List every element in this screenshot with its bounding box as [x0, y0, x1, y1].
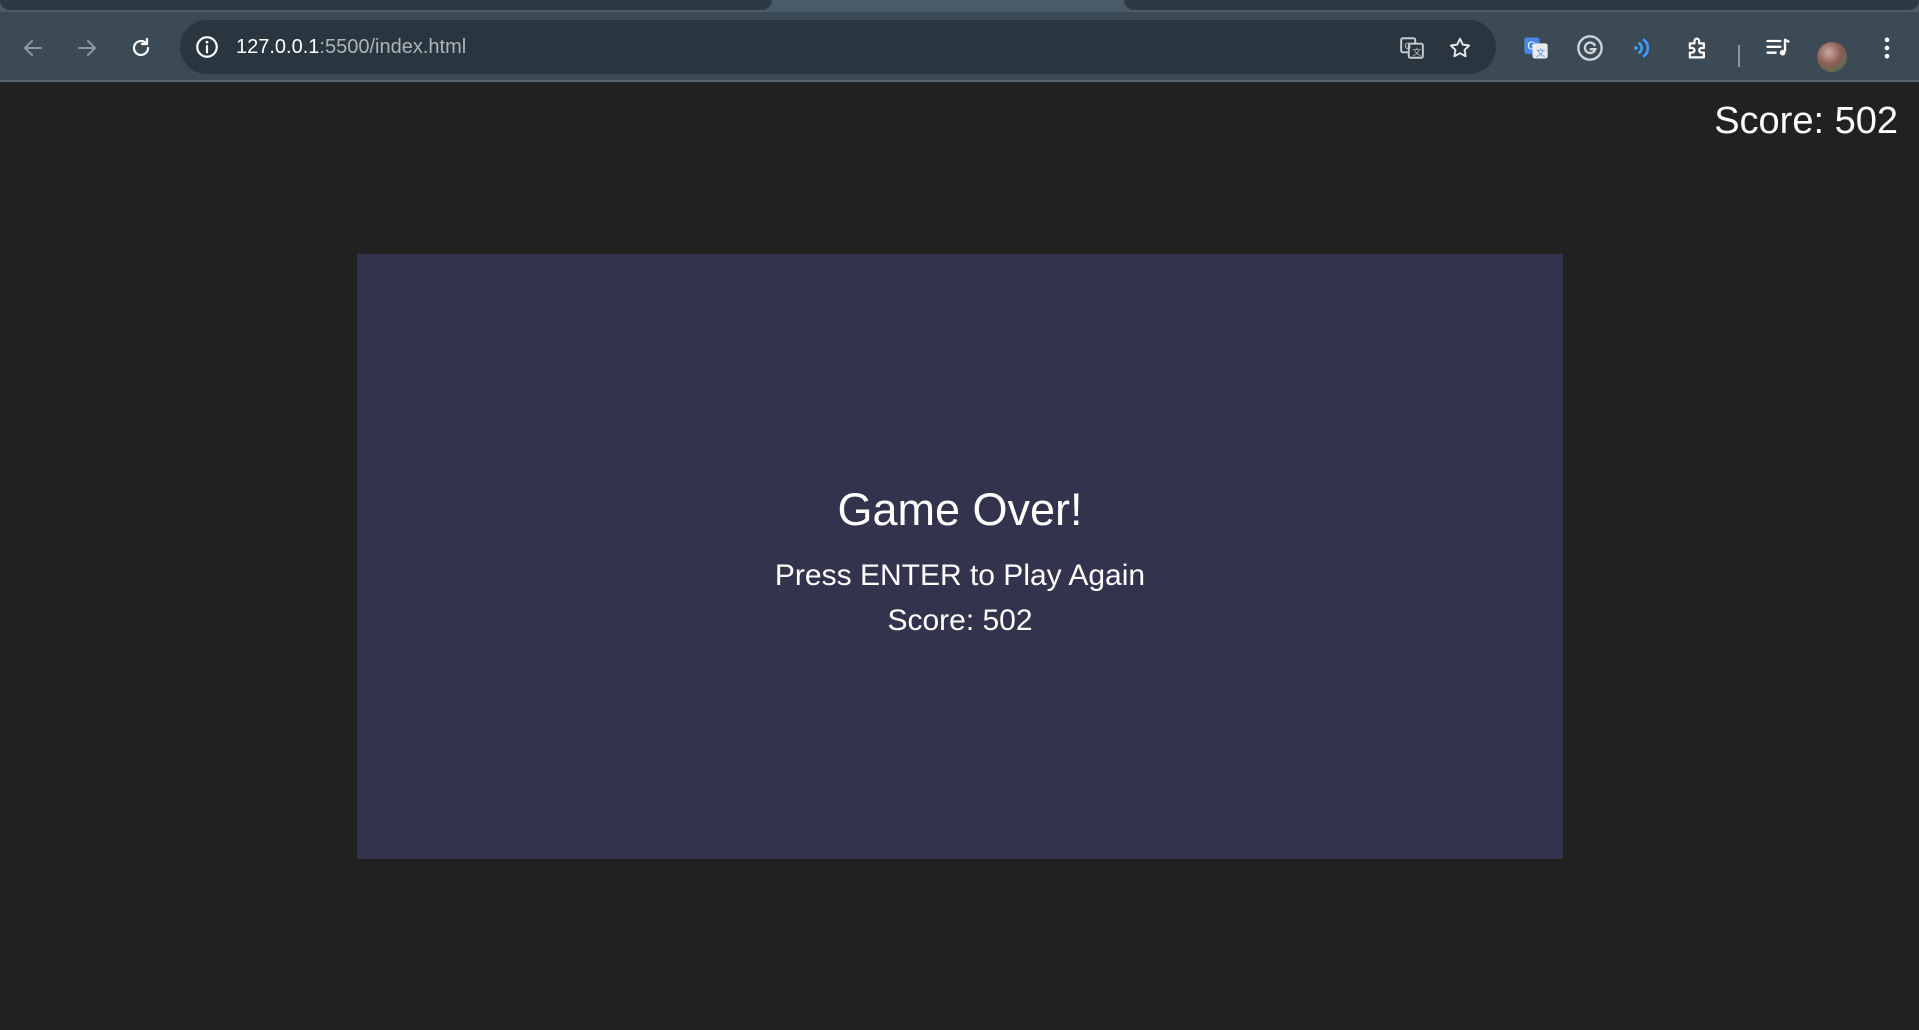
- extensions-button[interactable]: [1681, 31, 1715, 65]
- translate-icon: G文: [1400, 37, 1424, 59]
- media-control-icon: [1766, 38, 1790, 56]
- arrow-left-icon: [24, 40, 42, 56]
- forward-button[interactable]: [70, 31, 104, 65]
- url-host: 127.0.0.1: [236, 36, 320, 58]
- translate-button[interactable]: G文: [1398, 34, 1426, 62]
- final-score: Score: 502: [887, 604, 1033, 637]
- svg-text:文: 文: [1413, 46, 1422, 58]
- bookmark-button[interactable]: [1446, 34, 1474, 62]
- back-button[interactable]: [16, 31, 50, 65]
- avatar[interactable]: [1817, 42, 1847, 72]
- reload-button[interactable]: [124, 31, 158, 65]
- browser-toolbar: 127.0.0.1:5500/index.html G文 G文: [0, 12, 1919, 82]
- puzzle-icon: [1688, 37, 1705, 59]
- browser-tab[interactable]: [1124, 0, 1919, 10]
- arrow-right-icon: [78, 40, 96, 56]
- kebab-menu-icon: [1884, 37, 1890, 59]
- game-over-title: Game Over!: [837, 484, 1083, 535]
- google-translate-icon: G文: [1524, 37, 1548, 59]
- media-control-button[interactable]: [1761, 31, 1795, 65]
- toolbar-divider: [1738, 45, 1740, 67]
- read-aloud-icon: [1633, 38, 1650, 58]
- read-aloud-extension[interactable]: [1627, 31, 1661, 65]
- svg-text:G: G: [1404, 42, 1411, 52]
- grammarly-icon: [1577, 35, 1603, 61]
- browser-menu-button[interactable]: [1870, 31, 1904, 65]
- address-bar[interactable]: 127.0.0.1:5500/index.html G文: [180, 20, 1496, 74]
- play-again-prompt: Press ENTER to Play Again: [774, 559, 1146, 592]
- svg-text:G: G: [1527, 41, 1535, 53]
- browser-tab[interactable]: [0, 0, 772, 10]
- info-icon[interactable]: [194, 34, 220, 60]
- svg-text:文: 文: [1536, 47, 1545, 59]
- google-translate-extension[interactable]: G文: [1519, 31, 1553, 65]
- hud-score: Score: 502: [1714, 100, 1898, 142]
- star-icon: [1449, 37, 1471, 58]
- url-text[interactable]: 127.0.0.1:5500/index.html: [236, 35, 466, 59]
- grammarly-extension[interactable]: [1573, 31, 1607, 65]
- url-path: :5500/index.html: [319, 36, 467, 58]
- page-viewport: Score: 502 Game Over! Press ENTER to Pla…: [0, 84, 1919, 1030]
- game-canvas[interactable]: Game Over! Press ENTER to Play Again Sco…: [357, 254, 1563, 859]
- reload-icon: [132, 37, 150, 57]
- tab-strip: [0, 0, 1919, 12]
